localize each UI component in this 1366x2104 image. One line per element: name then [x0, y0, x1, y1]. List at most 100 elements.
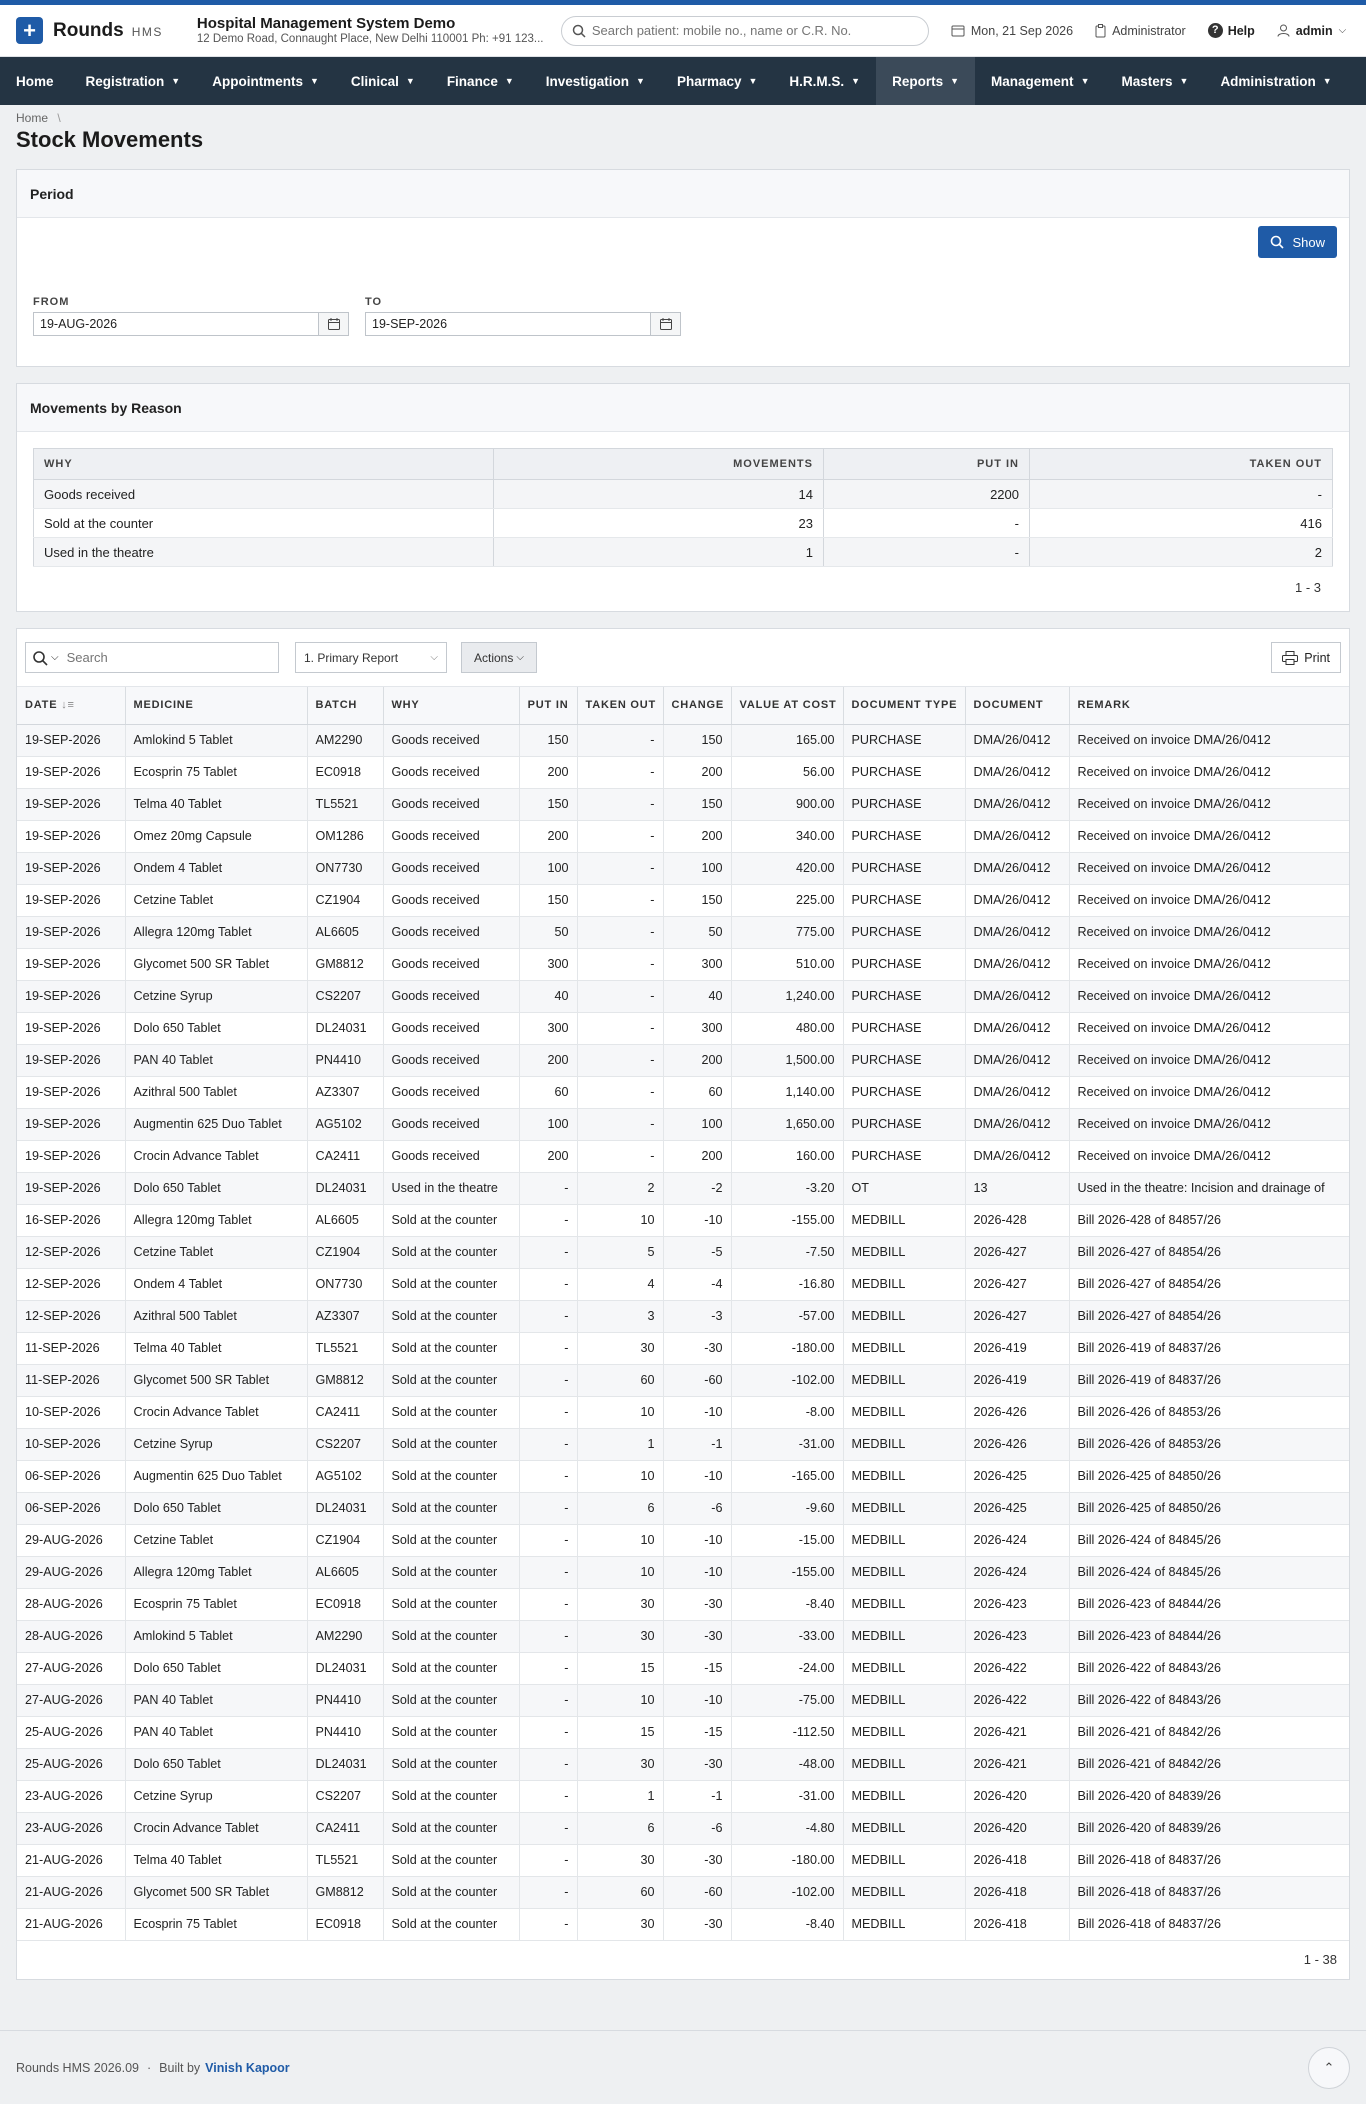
col-put-in[interactable]: PUT IN	[823, 448, 1030, 480]
nav-finance[interactable]: Finance ▼	[431, 57, 530, 105]
app-name[interactable]: Rounds	[53, 20, 124, 42]
col-batch[interactable]: BATCH	[307, 687, 384, 725]
to-date-input[interactable]	[365, 312, 651, 336]
plus-icon[interactable]: +	[16, 17, 43, 44]
col-document[interactable]: DOCUMENT	[965, 687, 1070, 725]
col-movements[interactable]: MOVEMENTS	[493, 448, 824, 480]
col-change[interactable]: CHANGE	[663, 687, 732, 725]
table-row[interactable]: 19-SEP-2026 Cetzine Syrup CS2207 Goods rece…	[17, 980, 1349, 1013]
table-row[interactable]: 19-SEP-2026 Amlokind 5 Tablet AM2290 Goods …	[17, 724, 1349, 757]
table-row[interactable]: 21-AUG-2026 Telma 40 Tablet TL5521 Sold at …	[17, 1844, 1349, 1877]
user-menu[interactable]: admin ⌵	[1277, 24, 1346, 38]
table-row[interactable]: 23-AUG-2026 Crocin Advance Tablet CA2411 So…	[17, 1812, 1349, 1845]
actions-button[interactable]: Actions ⌵	[461, 642, 537, 673]
col-document-type[interactable]: DOCUMENT TYPE	[843, 687, 966, 725]
table-row[interactable]: 19-SEP-2026 Ondem 4 Tablet ON7730 Goods rec…	[17, 852, 1349, 885]
table-row[interactable]: 25-AUG-2026 PAN 40 Tablet PN4410 Sold at th…	[17, 1716, 1349, 1749]
table-row[interactable]: 29-AUG-2026 Allegra 120mg Tablet AL6605 Sol…	[17, 1556, 1349, 1589]
table-row[interactable]: 19-SEP-2026 Augmentin 625 Duo Tablet AG510…	[17, 1108, 1349, 1141]
table-row[interactable]: Sold at the counter 23-416	[33, 508, 1333, 538]
col-taken-out[interactable]: TAKEN OUT	[1029, 448, 1333, 480]
table-row[interactable]: 19-SEP-2026 Cetzine Tablet CZ1904 Goods rec…	[17, 884, 1349, 917]
table-row[interactable]: 06-SEP-2026 Augmentin 625 Duo Tablet AG510…	[17, 1460, 1349, 1493]
table-row[interactable]: 19-SEP-2026 Telma 40 Tablet TL5521 Goods re…	[17, 788, 1349, 821]
print-button[interactable]: Print	[1271, 642, 1341, 673]
table-row[interactable]: 19-SEP-2026 Glycomet 500 SR Tablet GM8812 G…	[17, 948, 1349, 981]
table-row[interactable]: 21-AUG-2026 Glycomet 500 SR Tablet GM8812 S…	[17, 1876, 1349, 1909]
table-cell: Received on invoice DMA/26/0412	[1069, 820, 1349, 853]
table-row[interactable]: 23-AUG-2026 Cetzine Syrup CS2207 Sold at th…	[17, 1780, 1349, 1813]
col-value-at-cost[interactable]: VALUE AT COST	[731, 687, 844, 725]
table-row[interactable]: 28-AUG-2026 Ecosprin 75 Tablet EC0918 Sold …	[17, 1588, 1349, 1621]
table-row[interactable]: 12-SEP-2026 Cetzine Tablet CZ1904 Sold at t…	[17, 1236, 1349, 1269]
table-search-input[interactable]	[66, 650, 272, 665]
nav-appointments[interactable]: Appointments ▼	[196, 57, 335, 105]
col-medicine[interactable]: MEDICINE	[125, 687, 308, 725]
table-row[interactable]: 06-SEP-2026 Dolo 650 Tablet DL24031 Sold at…	[17, 1492, 1349, 1525]
nav-management[interactable]: Management ▼	[975, 57, 1105, 105]
calendar-icon[interactable]	[319, 312, 349, 336]
nav-administration[interactable]: Administration ▼	[1204, 57, 1347, 105]
table-row[interactable]: 29-AUG-2026 Cetzine Tablet CZ1904 Sold at t…	[17, 1524, 1349, 1557]
help-link[interactable]: ? Help	[1207, 23, 1255, 38]
table-row[interactable]: 28-AUG-2026 Amlokind 5 Tablet AM2290 Sold a…	[17, 1620, 1349, 1653]
table-row[interactable]: 10-SEP-2026 Crocin Advance Tablet CA2411 So…	[17, 1396, 1349, 1429]
table-row[interactable]: 11-SEP-2026 Glycomet 500 SR Tablet GM8812 S…	[17, 1364, 1349, 1397]
chevron-down-icon[interactable]: ⌵	[51, 652, 59, 663]
patient-search-input[interactable]	[591, 23, 918, 38]
table-cell: 300	[663, 1012, 732, 1045]
col-put-in[interactable]: PUT IN	[519, 687, 578, 725]
nav-pharmacy[interactable]: Pharmacy ▼	[661, 57, 773, 105]
table-cell: Bill 2026-427 of 84854/26	[1069, 1268, 1349, 1301]
table-row[interactable]: 19-SEP-2026 Dolo 650 Tablet DL24031 Used in…	[17, 1172, 1349, 1205]
col-taken-out[interactable]: TAKEN OUT	[577, 687, 664, 725]
col-why[interactable]: WHY	[33, 448, 494, 480]
scroll-top-button[interactable]: ⌃	[1308, 2046, 1350, 2089]
table-row[interactable]: 12-SEP-2026 Ondem 4 Tablet ON7730 Sold at t…	[17, 1268, 1349, 1301]
table-row[interactable]: 19-SEP-2026 Azithral 500 Tablet AZ3307 Good…	[17, 1076, 1349, 1109]
col-remark[interactable]: REMARK	[1069, 687, 1349, 725]
table-cell: Sold at the counter	[383, 1908, 520, 1941]
table-cell: PURCHASE	[843, 724, 966, 757]
col-date[interactable]: DATE ↓≡	[17, 687, 126, 725]
table-row[interactable]: 10-SEP-2026 Cetzine Syrup CS2207 Sold at th…	[17, 1428, 1349, 1461]
report-select[interactable]: 1. Primary Report ⌵	[295, 642, 447, 673]
footer-author-link[interactable]: Vinish Kapoor	[205, 2061, 290, 2075]
table-row[interactable]: 19-SEP-2026 Ecosprin 75 Tablet EC0918 Goods…	[17, 756, 1349, 789]
table-cell: -1	[663, 1428, 732, 1461]
nav-investigation[interactable]: Investigation ▼	[530, 57, 661, 105]
table-cell: Dolo 650 Tablet	[125, 1652, 308, 1685]
table-row[interactable]: 19-SEP-2026 PAN 40 Tablet PN4410 Goods rece…	[17, 1044, 1349, 1077]
table-row[interactable]: 27-AUG-2026 PAN 40 Tablet PN4410 Sold at th…	[17, 1684, 1349, 1717]
role-switch[interactable]: Administrator	[1095, 23, 1186, 38]
calendar-icon[interactable]	[651, 312, 681, 336]
table-cell: -	[823, 508, 1030, 538]
nav-masters[interactable]: Masters ▼	[1105, 57, 1204, 105]
table-row[interactable]: 12-SEP-2026 Azithral 500 Tablet AZ3307 Sold…	[17, 1300, 1349, 1333]
patient-search[interactable]	[560, 15, 929, 46]
col-why[interactable]: WHY	[383, 687, 520, 725]
nav-clinical[interactable]: Clinical ▼	[335, 57, 431, 105]
table-row[interactable]: 25-AUG-2026 Dolo 650 Tablet DL24031 Sold at…	[17, 1748, 1349, 1781]
nav-home[interactable]: Home	[0, 57, 70, 105]
table-row[interactable]: 19-SEP-2026 Crocin Advance Tablet CA2411 Go…	[17, 1140, 1349, 1173]
table-cell: Ondem 4 Tablet	[125, 1268, 308, 1301]
show-button[interactable]: Show	[1258, 226, 1337, 258]
nav-registration[interactable]: Registration ▼	[70, 57, 197, 105]
table-row[interactable]: 19-SEP-2026 Allegra 120mg Tablet AL6605 Goo…	[17, 916, 1349, 949]
show-label: Show	[1292, 234, 1325, 250]
table-row[interactable]: 21-AUG-2026 Ecosprin 75 Tablet EC0918 Sold …	[17, 1908, 1349, 1941]
table-row[interactable]: 16-SEP-2026 Allegra 120mg Tablet AL6605 Sol…	[17, 1204, 1349, 1237]
table-row[interactable]: Used in the theatre 1-2	[33, 537, 1333, 567]
table-row[interactable]: 19-SEP-2026 Dolo 650 Tablet DL24031 Goods r…	[17, 1012, 1349, 1045]
table-row[interactable]: 19-SEP-2026 Omez 20mg Capsule OM1286 Goods …	[17, 820, 1349, 853]
table-row[interactable]: 27-AUG-2026 Dolo 650 Tablet DL24031 Sold at…	[17, 1652, 1349, 1685]
nav-reports[interactable]: Reports ▼	[876, 57, 976, 105]
breadcrumb-home[interactable]: Home	[16, 111, 48, 125]
table-search[interactable]: ⌵	[25, 642, 279, 673]
table-row[interactable]: Goods received 14 2200-	[33, 479, 1333, 509]
main-navbar: Home Registration ▼ Appointments ▼ Clinica…	[0, 57, 1366, 105]
from-date-input[interactable]	[33, 312, 319, 336]
table-row[interactable]: 11-SEP-2026 Telma 40 Tablet TL5521 Sold at …	[17, 1332, 1349, 1365]
nav-hrms[interactable]: H.R.M.S. ▼	[773, 57, 876, 105]
